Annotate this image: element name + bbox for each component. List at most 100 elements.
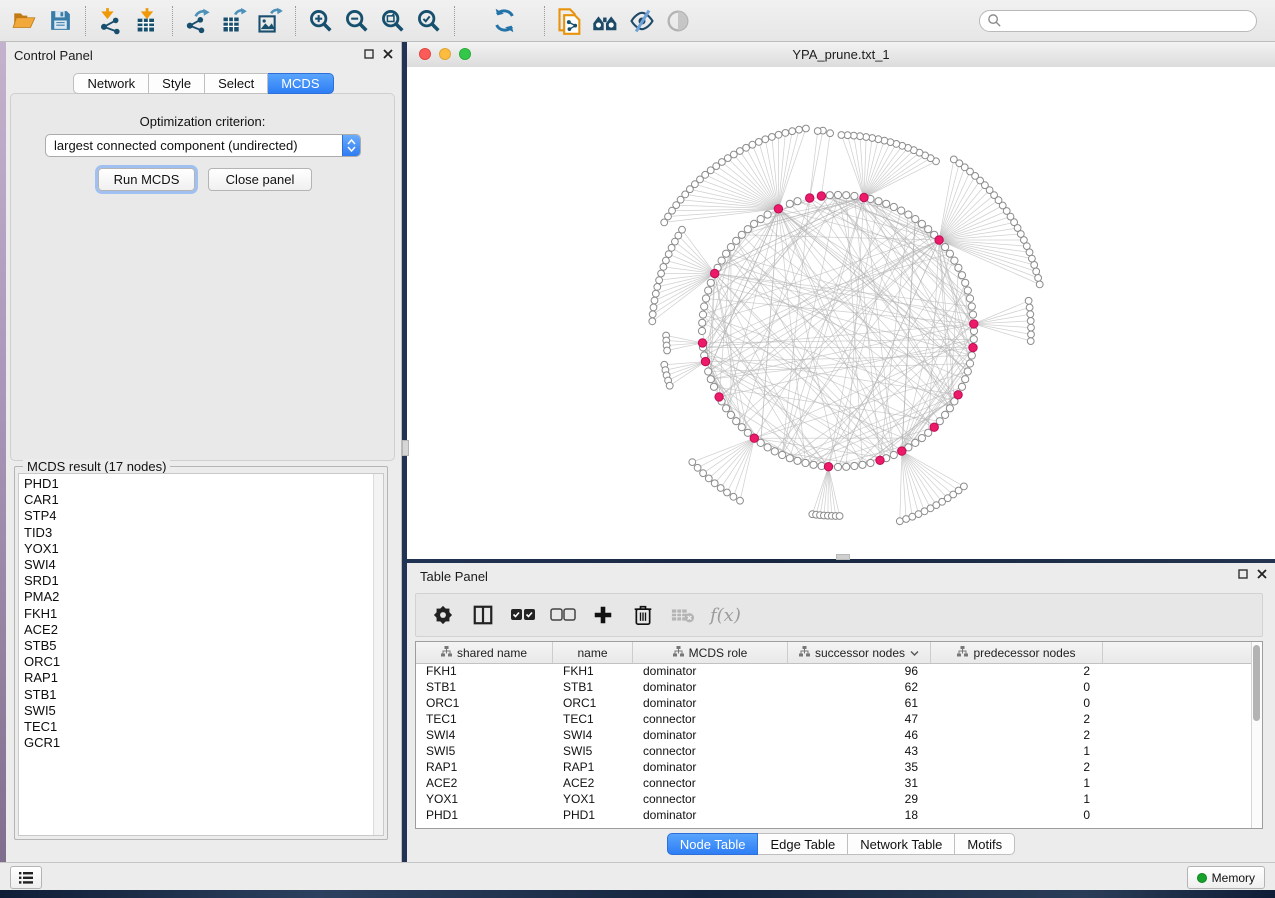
network-node[interactable] <box>794 457 801 464</box>
network-node[interactable] <box>969 311 976 318</box>
network-node[interactable] <box>962 279 969 286</box>
network-node[interactable] <box>717 485 724 492</box>
network-node[interactable] <box>672 238 679 245</box>
network-node[interactable] <box>1031 262 1038 269</box>
network-node[interactable] <box>970 336 977 343</box>
table-row[interactable]: PHD1PHD1dominator180 <box>416 807 1252 823</box>
network-node[interactable] <box>699 311 706 318</box>
network-node[interactable] <box>802 459 809 466</box>
network-node[interactable] <box>1027 338 1034 345</box>
network-node[interactable] <box>803 125 810 132</box>
network-node[interactable] <box>955 264 962 271</box>
network-node[interactable] <box>649 311 656 318</box>
network-node[interactable] <box>925 226 932 233</box>
cell-name[interactable]: ORC1 <box>553 695 633 711</box>
network-node[interactable] <box>1025 297 1032 304</box>
mcds-result-item[interactable]: ORC1 <box>24 654 383 670</box>
network-node[interactable] <box>654 284 661 291</box>
cell-shared-name[interactable]: STB1 <box>416 679 553 695</box>
network-node[interactable] <box>826 192 833 199</box>
network-node[interactable] <box>968 352 975 359</box>
network-node[interactable] <box>843 192 850 199</box>
network-node[interactable] <box>771 448 778 455</box>
cell-successor-nodes[interactable]: 46 <box>788 727 931 743</box>
mcds-result-item[interactable]: PMA2 <box>24 589 383 605</box>
column-header-successor-nodes[interactable]: successor nodes <box>788 642 931 663</box>
close-panel-button[interactable]: Close panel <box>208 168 312 191</box>
network-node[interactable] <box>779 451 786 458</box>
network-node[interactable] <box>796 126 803 133</box>
table-row[interactable]: SWI4SWI4dominator462 <box>416 727 1252 743</box>
network-node[interactable] <box>905 211 912 218</box>
table-row[interactable]: FKH1FKH1dominator962 <box>416 663 1252 679</box>
cell-predecessor-nodes[interactable]: 2 <box>931 759 1103 775</box>
network-node[interactable] <box>757 216 764 223</box>
cell-predecessor-nodes[interactable]: 2 <box>931 711 1103 727</box>
close-panel-icon[interactable] <box>383 49 393 59</box>
network-node[interactable] <box>964 287 971 294</box>
network-node[interactable] <box>964 368 971 375</box>
export-table-icon[interactable] <box>216 4 252 38</box>
network-node[interactable] <box>834 463 841 470</box>
column-header-name[interactable]: name <box>553 642 633 663</box>
cell-name[interactable]: RAP1 <box>553 759 633 775</box>
network-node[interactable] <box>705 368 712 375</box>
mcds-result-item[interactable]: GCR1 <box>24 735 383 751</box>
network-node[interactable] <box>890 451 897 458</box>
network-node[interactable] <box>786 200 793 207</box>
network-node[interactable] <box>656 277 663 284</box>
cell-MCDS-role[interactable]: dominator <box>633 695 788 711</box>
network-node[interactable] <box>705 287 712 294</box>
network-node[interactable] <box>769 134 776 141</box>
network-node[interactable] <box>764 444 771 451</box>
network-node[interactable] <box>1035 275 1042 282</box>
mcds-result-item[interactable]: STB1 <box>24 687 383 703</box>
network-node[interactable] <box>707 279 714 286</box>
network-node[interactable] <box>851 462 858 469</box>
cell-shared-name[interactable]: PHD1 <box>416 807 553 823</box>
mcds-result-item[interactable]: PHD1 <box>24 476 383 492</box>
network-node[interactable] <box>789 128 796 135</box>
table-row[interactable]: TEC1TEC1connector472 <box>416 711 1252 727</box>
network-node[interactable] <box>970 320 978 328</box>
network-node[interactable] <box>782 130 789 137</box>
cell-MCDS-role[interactable]: connector <box>633 775 788 791</box>
network-node[interactable] <box>836 513 843 520</box>
network-document-icon[interactable] <box>552 4 588 38</box>
mcds-result-item[interactable]: YOX1 <box>24 541 383 557</box>
cell-MCDS-role[interactable]: dominator <box>633 759 788 775</box>
table-row[interactable]: YOX1YOX1connector291 <box>416 791 1252 807</box>
cell-successor-nodes[interactable]: 18 <box>788 807 931 823</box>
cell-successor-nodes[interactable]: 31 <box>788 775 931 791</box>
cell-shared-name[interactable]: SWI5 <box>416 743 553 759</box>
zoom-selected-icon[interactable] <box>411 4 447 38</box>
column-header-MCDS-role[interactable]: MCDS role <box>633 642 788 663</box>
network-node[interactable] <box>764 211 771 218</box>
network-node[interactable] <box>838 132 845 139</box>
table-settings-gear-icon[interactable] <box>430 602 456 628</box>
result-list-scrollbar[interactable] <box>373 474 383 835</box>
cell-shared-name[interactable]: YOX1 <box>416 791 553 807</box>
network-node[interactable] <box>958 272 965 279</box>
network-node[interactable] <box>875 198 882 205</box>
cell-predecessor-nodes[interactable]: 1 <box>931 743 1103 759</box>
show-column-icon[interactable] <box>470 602 496 628</box>
cell-successor-nodes[interactable]: 43 <box>788 743 931 759</box>
search-box[interactable] <box>979 10 1257 32</box>
horizontal-splitter-handle[interactable] <box>836 554 850 560</box>
mcds-result-item[interactable]: TID3 <box>24 525 383 541</box>
mcds-result-item[interactable]: CAR1 <box>24 492 383 508</box>
network-node[interactable] <box>883 200 890 207</box>
cell-MCDS-role[interactable]: dominator <box>633 727 788 743</box>
cell-shared-name[interactable]: ACE2 <box>416 775 553 791</box>
network-node[interactable] <box>930 423 938 431</box>
network-node[interactable] <box>860 193 868 201</box>
deselect-all-icon[interactable] <box>550 602 576 628</box>
mcds-result-item[interactable]: SWI4 <box>24 557 383 573</box>
tab-motifs[interactable]: Motifs <box>955 833 1015 855</box>
network-node[interactable] <box>912 439 919 446</box>
network-node[interactable] <box>743 144 750 151</box>
network-node[interactable] <box>715 393 723 401</box>
export-image-icon[interactable] <box>252 4 288 38</box>
delete-column-icon[interactable] <box>630 602 656 628</box>
